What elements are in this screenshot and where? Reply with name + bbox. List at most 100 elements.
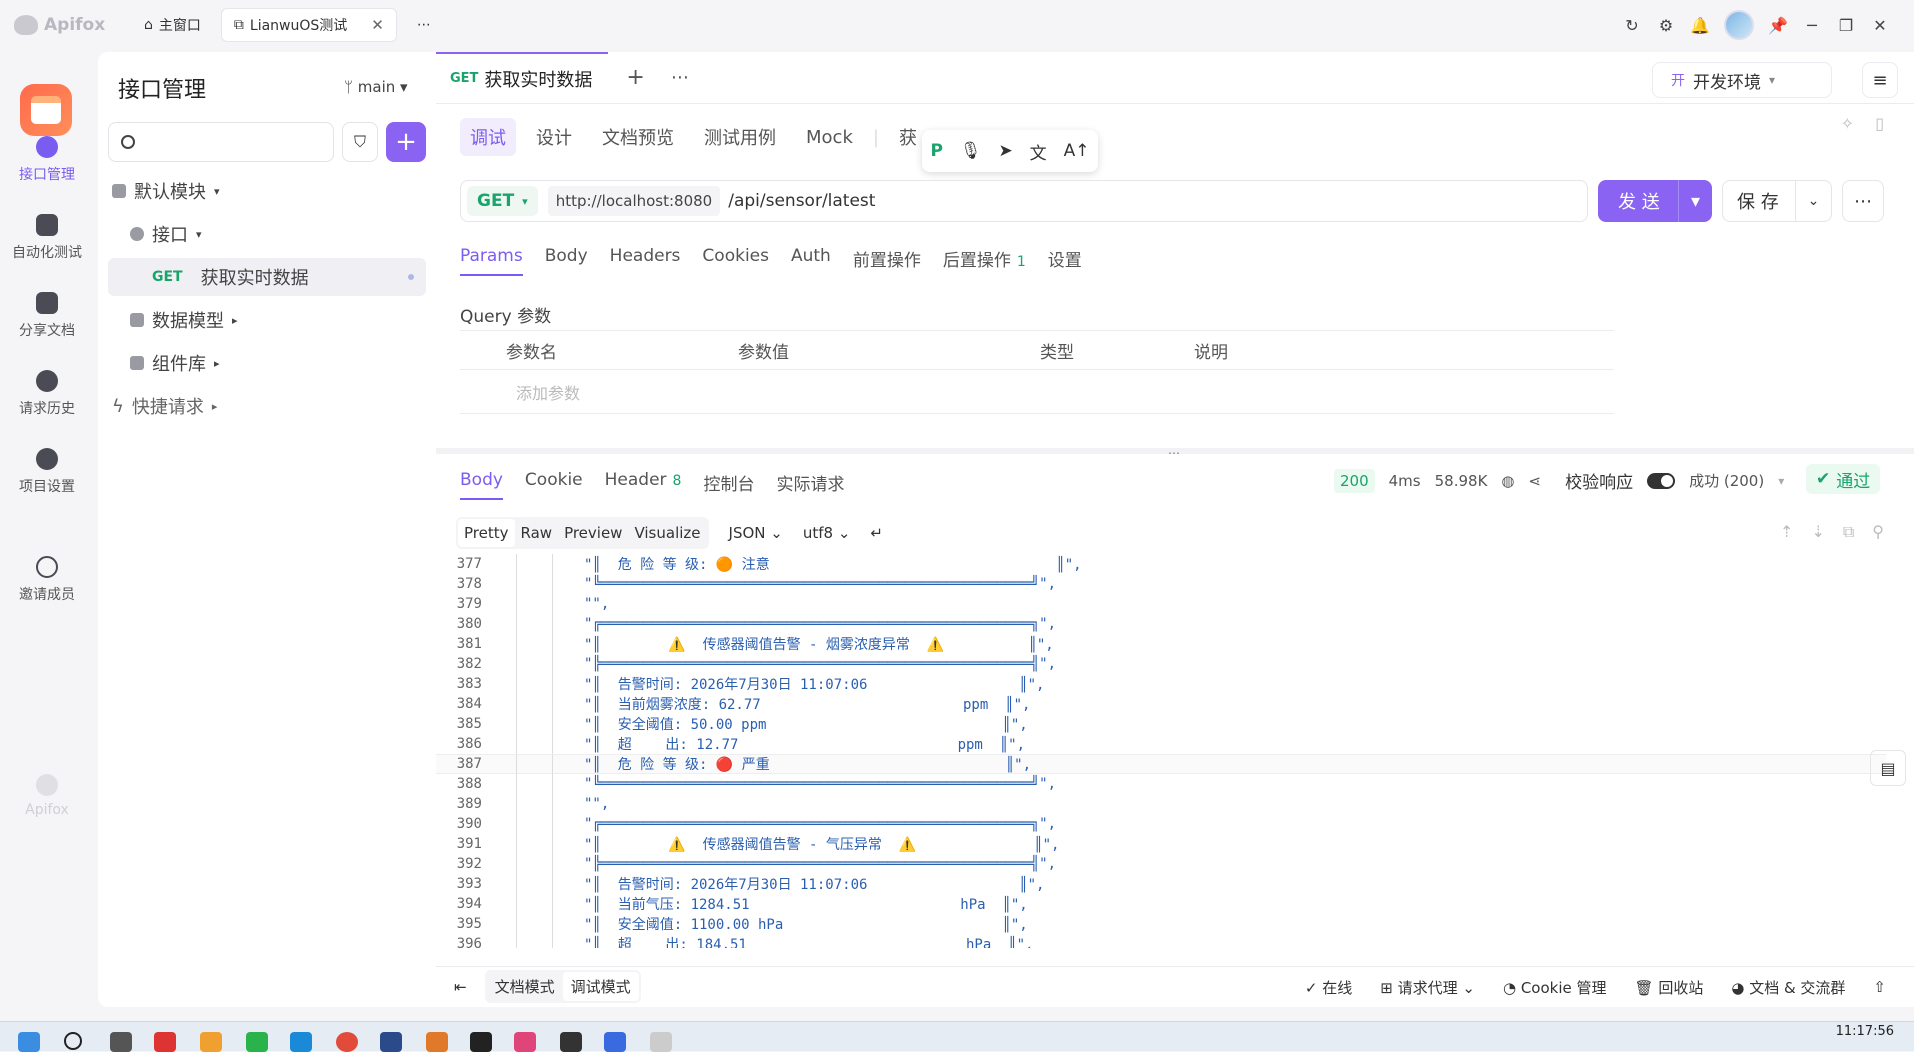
tab-actual-request[interactable]: 实际请求 bbox=[776, 470, 844, 500]
search-icon[interactable]: ⚲ bbox=[1872, 522, 1884, 542]
add-button[interactable]: + bbox=[386, 122, 426, 162]
view-visualize[interactable]: Visualize bbox=[628, 519, 706, 547]
panel-toggle-icon[interactable]: ▯ bbox=[1875, 114, 1884, 133]
tab-post-processors[interactable]: 后置操作 1 bbox=[943, 246, 1026, 276]
filter-button[interactable]: ⛉ bbox=[342, 122, 378, 162]
new-tab-icon[interactable]: + bbox=[626, 65, 644, 90]
rail-history[interactable]: 请求历史 bbox=[0, 370, 94, 418]
tab-response-header[interactable]: Header 8 bbox=[605, 470, 682, 500]
app-icon[interactable] bbox=[380, 1032, 402, 1052]
api-tab[interactable]: GET 获取实时数据 bbox=[436, 51, 609, 104]
share-icon[interactable]: ⋖ bbox=[1529, 472, 1542, 490]
text-size-icon[interactable]: A↑ bbox=[1064, 141, 1090, 161]
docs-community[interactable]: ◕ 文档 & 交流群 bbox=[1731, 977, 1845, 998]
rail-share-docs[interactable]: 分享文档 bbox=[0, 292, 94, 340]
more-tabs-button[interactable]: ⋯ bbox=[407, 8, 441, 42]
online-status[interactable]: ✓ 在线 bbox=[1305, 977, 1352, 998]
rail-invite[interactable]: 邀请成员 bbox=[0, 556, 94, 604]
encoding-select[interactable]: utf8 ⌄ bbox=[803, 524, 851, 542]
apifox-taskbar-icon[interactable] bbox=[514, 1032, 536, 1052]
tab-mock[interactable]: Mock bbox=[796, 121, 863, 154]
tab-more-icon[interactable]: ⋯ bbox=[671, 67, 689, 88]
tab-body[interactable]: Body bbox=[545, 246, 588, 276]
tab-debug[interactable]: 调试 bbox=[460, 118, 516, 156]
window-tab-main[interactable]: ⌂ 主窗口 bbox=[134, 8, 211, 42]
branch-selector[interactable]: ᛘ main ▾ bbox=[344, 78, 408, 96]
tab-auth[interactable]: Auth bbox=[791, 246, 831, 276]
wps-icon[interactable] bbox=[154, 1032, 176, 1052]
app-icon[interactable] bbox=[604, 1032, 626, 1052]
chrome-icon[interactable] bbox=[336, 1032, 358, 1052]
app-icon[interactable] bbox=[426, 1032, 448, 1052]
upload-status-icon[interactable]: ⇧ bbox=[1873, 978, 1886, 996]
task-view-icon[interactable] bbox=[110, 1032, 132, 1052]
path-input[interactable]: /api/sensor/latest bbox=[728, 191, 875, 211]
copy-icon[interactable]: ⧉ bbox=[1843, 522, 1854, 542]
tab-params[interactable]: Params bbox=[460, 246, 523, 276]
tree-quick-request[interactable]: ϟ 快捷请求 ▸ bbox=[98, 387, 436, 425]
validation-result[interactable]: 成功 (200) bbox=[1689, 470, 1764, 491]
download-icon[interactable]: ⇣ bbox=[1811, 522, 1824, 542]
tab-cookies[interactable]: Cookies bbox=[702, 246, 769, 276]
tab-headers[interactable]: Headers bbox=[610, 246, 681, 276]
search-icon[interactable] bbox=[64, 1032, 82, 1050]
project-logo[interactable] bbox=[20, 84, 72, 136]
tab-pre-processors[interactable]: 前置操作 bbox=[853, 246, 921, 276]
globe-icon[interactable]: ◍ bbox=[1501, 472, 1514, 490]
hamburger-menu-button[interactable]: ≡ bbox=[1862, 62, 1898, 98]
windows-start-icon[interactable] bbox=[18, 1032, 40, 1052]
upload-icon[interactable]: ⇡ bbox=[1780, 522, 1793, 542]
tree-default-module[interactable]: 默认模块 ▾ bbox=[98, 172, 436, 210]
chevron-down-icon[interactable]: ▾ bbox=[1778, 474, 1784, 488]
tree-api-folder[interactable]: 接口 ▾ bbox=[98, 215, 436, 253]
send-button[interactable]: 发 送 ▾ bbox=[1598, 180, 1712, 222]
minimize-icon[interactable]: ─ bbox=[1802, 15, 1822, 35]
rail-automation[interactable]: 自动化测试 bbox=[0, 214, 94, 262]
rail-api-management[interactable]: 接口管理 bbox=[0, 136, 94, 184]
tab-test-cases[interactable]: 测试用例 bbox=[694, 118, 786, 156]
debug-mode-button[interactable]: 调试模式 bbox=[562, 972, 639, 1001]
drag-handle-icon[interactable]: ⋯ bbox=[1168, 446, 1180, 460]
wechat-icon[interactable] bbox=[246, 1032, 268, 1052]
user-avatar[interactable] bbox=[1724, 10, 1754, 40]
send-icon[interactable]: ➤ bbox=[998, 141, 1012, 161]
jetbrains-icon[interactable] bbox=[470, 1032, 492, 1052]
tab-design[interactable]: 设计 bbox=[526, 118, 582, 156]
wrap-icon[interactable]: ↵ bbox=[870, 524, 883, 542]
restore-icon[interactable]: ❐ bbox=[1836, 15, 1856, 35]
tab-doc-preview[interactable]: 文档预览 bbox=[592, 118, 684, 156]
send-dropdown-icon[interactable]: ▾ bbox=[1678, 180, 1712, 222]
base-url[interactable]: http://localhost:8080 bbox=[547, 186, 721, 216]
edge-icon[interactable] bbox=[290, 1032, 312, 1052]
tab-response-cookie[interactable]: Cookie bbox=[525, 470, 583, 500]
view-pretty[interactable]: Pretty bbox=[458, 519, 515, 547]
settings-gear-icon[interactable]: ⚙ bbox=[1656, 15, 1676, 35]
terminal-icon[interactable] bbox=[560, 1032, 582, 1052]
more-actions-button[interactable]: ⋯ bbox=[1842, 180, 1884, 222]
tree-api-endpoint[interactable]: GET 获取实时数据 bbox=[108, 258, 426, 296]
validate-toggle[interactable] bbox=[1647, 472, 1676, 489]
app-icon[interactable] bbox=[200, 1032, 222, 1052]
tab-settings[interactable]: 设置 bbox=[1048, 246, 1082, 276]
refresh-icon[interactable]: ↻ bbox=[1622, 15, 1642, 35]
search-input[interactable] bbox=[108, 122, 334, 162]
tab-console[interactable]: 控制台 bbox=[703, 470, 754, 500]
add-param-row[interactable]: 添加参数 bbox=[460, 369, 1614, 413]
recycle-bin[interactable]: 🗑 回收站 bbox=[1635, 977, 1704, 998]
collapse-sidebar-icon[interactable]: ⇤ bbox=[454, 978, 467, 996]
method-select[interactable]: GET ▾ bbox=[467, 186, 538, 216]
save-dropdown-icon[interactable]: ⌄ bbox=[1795, 181, 1831, 221]
environment-selector[interactable]: 开开发环境 ▾ bbox=[1652, 62, 1832, 98]
text-editor-icon[interactable] bbox=[650, 1032, 672, 1052]
tree-components[interactable]: 组件库 ▸ bbox=[98, 344, 436, 382]
format-select[interactable]: JSON ⌄ bbox=[729, 524, 783, 542]
close-tab-icon[interactable]: ✕ bbox=[371, 16, 384, 34]
proxy-select[interactable]: ⊞ 请求代理 ⌄ bbox=[1380, 977, 1475, 998]
magic-icon[interactable]: ✧ bbox=[1841, 114, 1854, 133]
layout-toggle-button[interactable]: ▤ bbox=[1870, 750, 1906, 786]
doc-mode-button[interactable]: 文档模式 bbox=[487, 972, 563, 1001]
p-logo-icon[interactable]: P bbox=[930, 141, 942, 161]
rail-project-settings[interactable]: 项目设置 bbox=[0, 448, 94, 496]
view-raw[interactable]: Raw bbox=[515, 519, 559, 547]
pin-icon[interactable]: 📌 bbox=[1768, 15, 1788, 35]
